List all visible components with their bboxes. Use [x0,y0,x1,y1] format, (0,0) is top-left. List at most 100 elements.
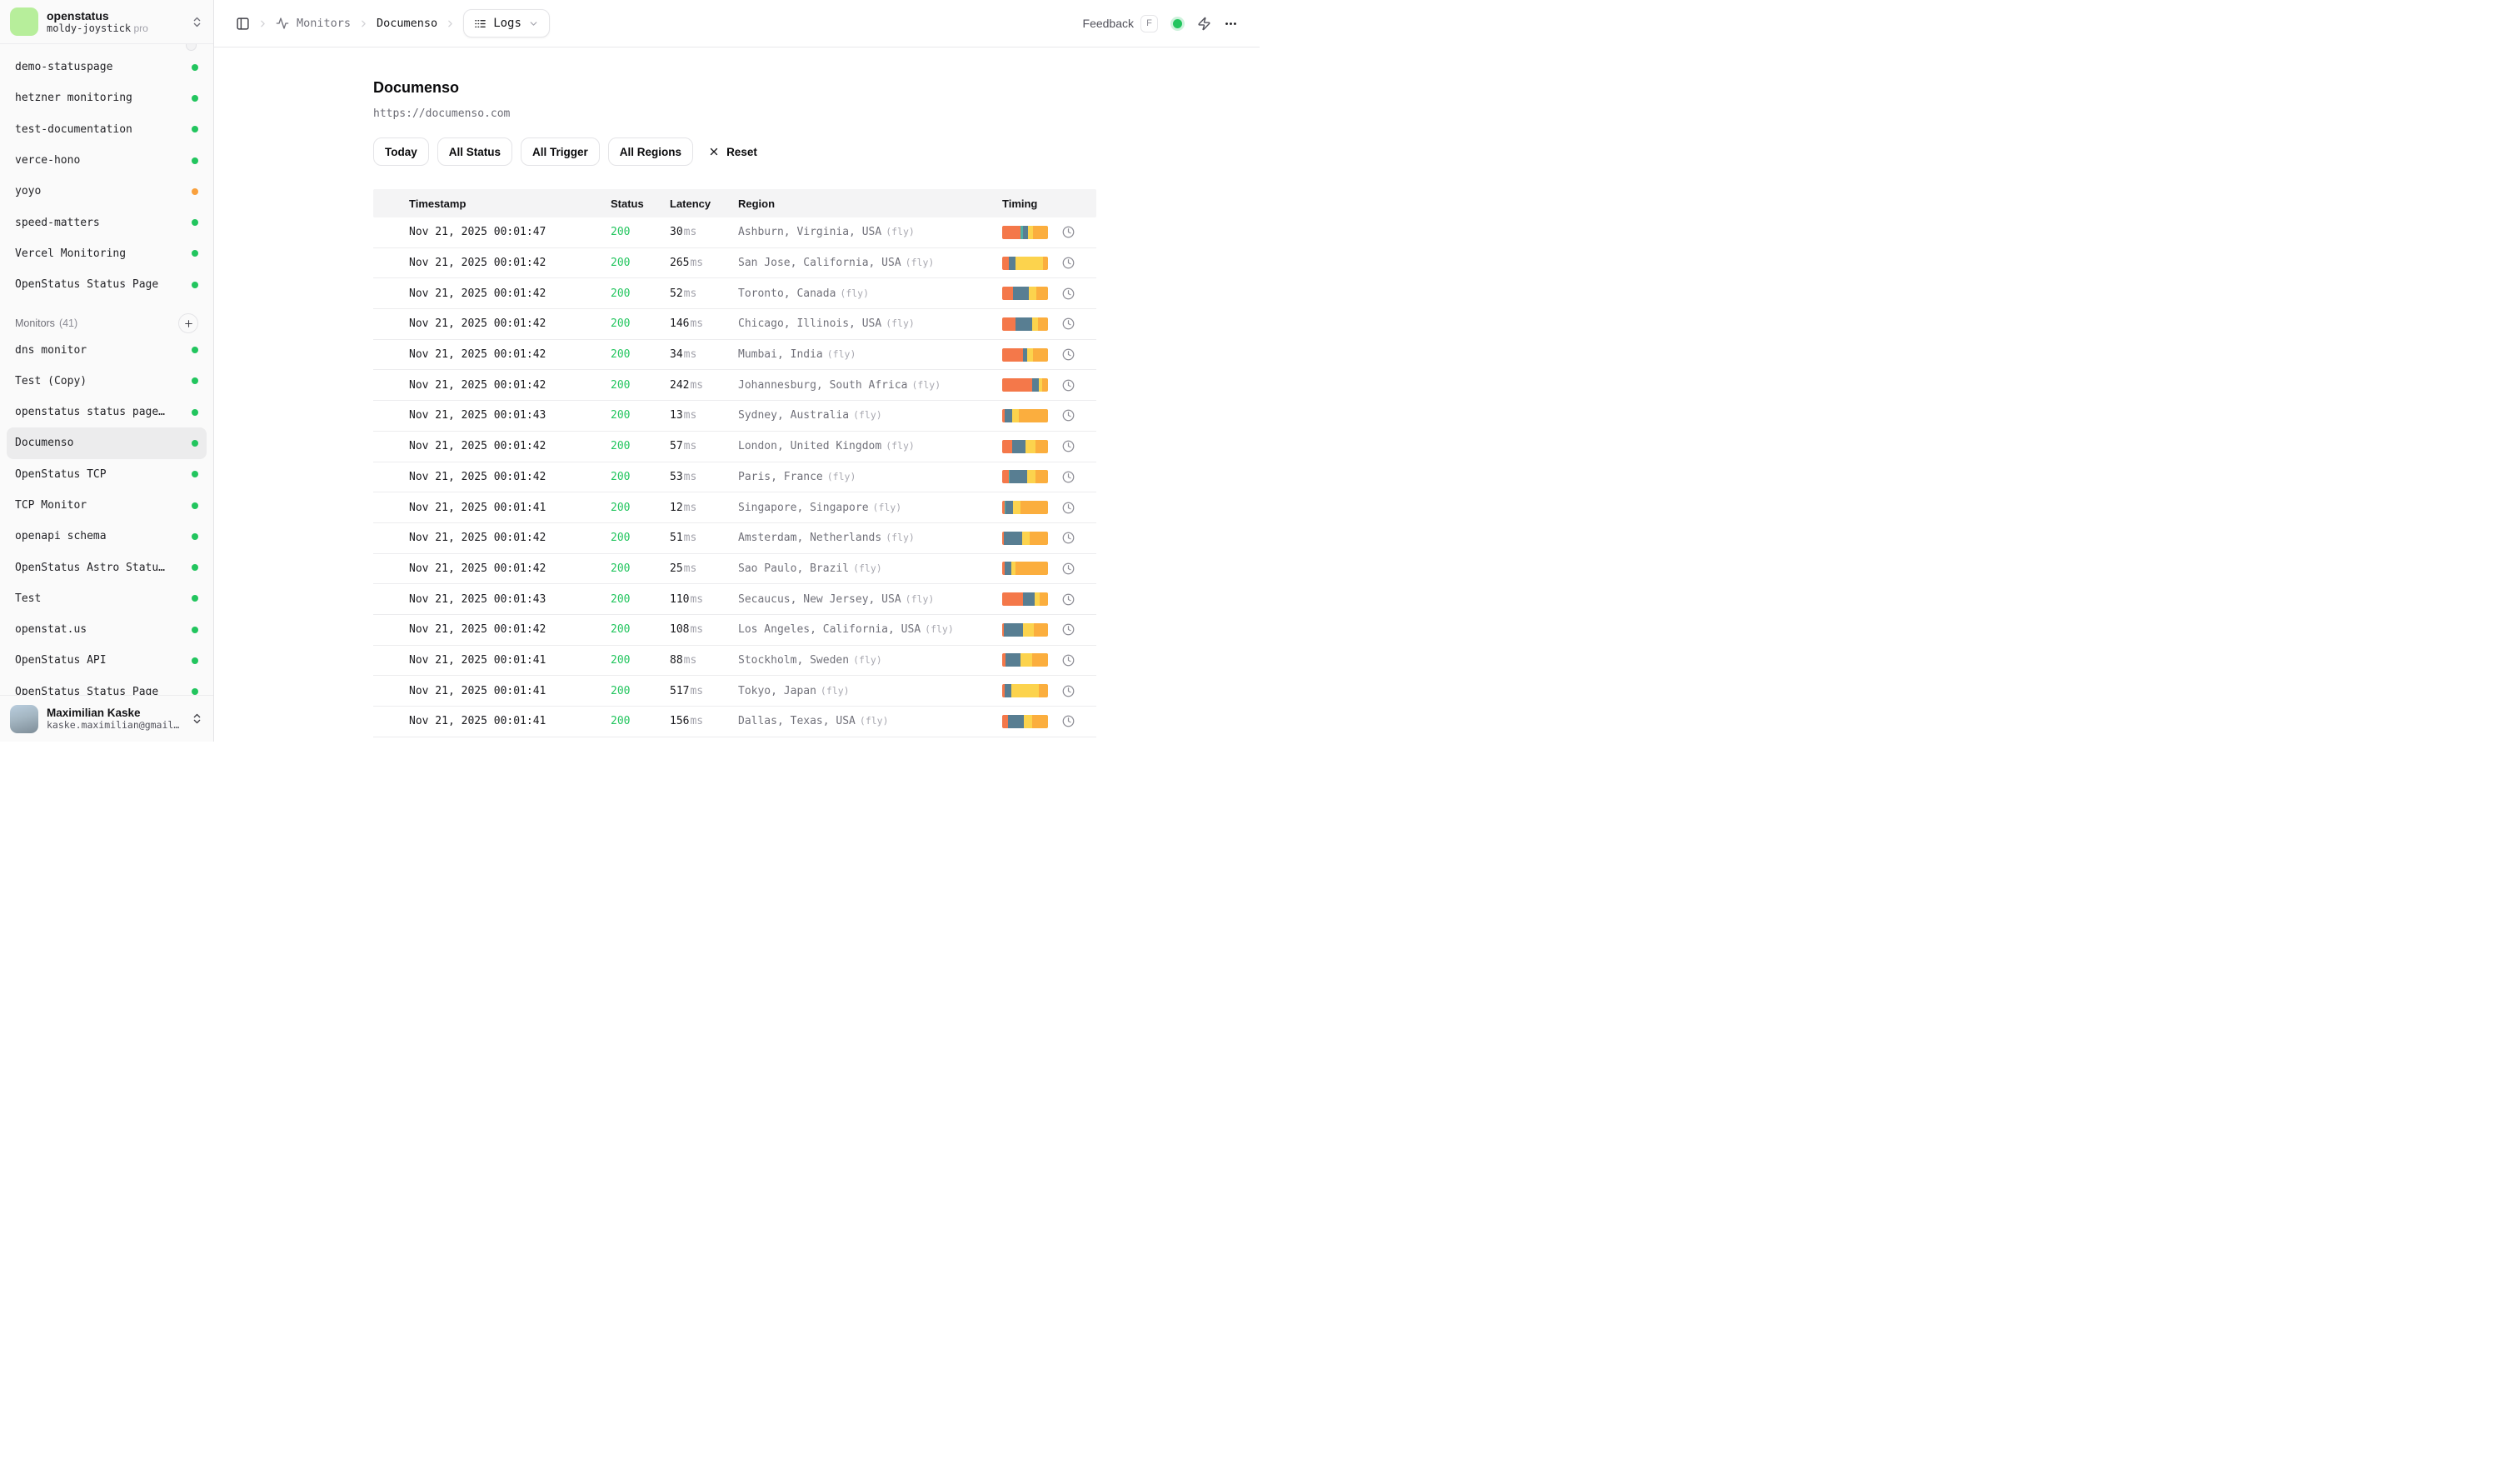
timing-bar[interactable] [1002,470,1048,483]
reset-filters-button[interactable]: Reset [708,146,757,158]
timing-bar[interactable] [1002,317,1048,331]
clock-icon[interactable] [1062,409,1075,422]
sidebar-monitor-item[interactable]: OpenStatus TCP [7,459,207,490]
add-monitor-button[interactable] [178,313,198,333]
region-name: Ashburn, Virginia, USA [738,226,881,238]
log-row[interactable]: Nov 21, 2025 00:01:4320013msSydney, Aust… [373,401,1096,432]
sidebar-page-item[interactable]: speed-matters [7,207,207,237]
sidebar-page-item[interactable]: OpenStatus Status Page [7,269,207,300]
workspace-switcher[interactable]: openstatus moldy-joystick pro [0,0,213,44]
log-row[interactable]: Nov 21, 2025 00:01:41200517msTokyo, Japa… [373,676,1096,707]
clock-icon[interactable] [1062,562,1075,575]
clock-icon[interactable] [1062,317,1075,330]
clock-icon[interactable] [1062,715,1075,727]
chevrons-up-down-icon [191,16,203,28]
clock-icon[interactable] [1062,257,1075,269]
log-row[interactable]: Nov 21, 2025 00:01:42200146msChicago, Il… [373,309,1096,340]
timing-bar[interactable] [1002,715,1048,728]
timing-bar[interactable] [1002,409,1048,422]
log-row[interactable]: Nov 21, 2025 00:01:4220025msSao Paulo, B… [373,554,1096,585]
sidebar-page-item[interactable]: yoyo [7,176,207,207]
breadcrumb-monitors[interactable]: Monitors [297,17,351,30]
timing-bar[interactable] [1002,378,1048,392]
timing-bar[interactable] [1002,562,1048,575]
log-row[interactable]: Nov 21, 2025 00:01:41200156msDallas, Tex… [373,707,1096,737]
latency-value: 53 [670,471,683,483]
trigger-filter-button[interactable]: All Trigger [521,137,600,166]
log-row[interactable]: Nov 21, 2025 00:01:4220052msToronto, Can… [373,278,1096,309]
status-filter-button[interactable]: All Status [437,137,512,166]
timing-bar[interactable] [1002,653,1048,667]
date-filter-button[interactable]: Today [373,137,429,166]
clock-icon[interactable] [1062,623,1075,636]
sidebar-monitor-item[interactable]: openapi schema [7,521,207,552]
log-row[interactable]: Nov 21, 2025 00:01:42200242msJohannesbur… [373,370,1096,401]
sidebar-monitor-item[interactable]: Test [7,583,207,614]
log-row[interactable]: Nov 21, 2025 00:01:42200265msSan Jose, C… [373,248,1096,279]
sidebar-monitor-item[interactable]: OpenStatus API [7,645,207,676]
log-row[interactable]: Nov 21, 2025 00:01:4220034msMumbai, Indi… [373,340,1096,371]
sidebar-toggle-button[interactable] [236,17,250,31]
log-row[interactable]: Nov 21, 2025 00:01:4220051msAmsterdam, N… [373,523,1096,554]
log-row[interactable]: Nov 21, 2025 00:01:42200108msLos Angeles… [373,615,1096,646]
clock-icon[interactable] [1062,379,1075,392]
clock-icon[interactable] [1062,226,1075,238]
timing-bar[interactable] [1002,532,1048,545]
timing-bar[interactable] [1002,623,1048,637]
status-dot [192,157,198,164]
log-row[interactable]: Nov 21, 2025 00:01:4220057msLondon, Unit… [373,432,1096,462]
sidebar-page-item[interactable]: verce-hono [7,145,207,176]
timing-bar[interactable] [1002,226,1048,239]
clock-icon[interactable] [1062,532,1075,544]
log-row[interactable]: Nov 21, 2025 00:01:4120088msStockholm, S… [373,646,1096,677]
sidebar-page-item[interactable]: demo-statuspage [7,52,207,82]
timing-bar[interactable] [1002,348,1048,362]
sidebar-monitor-item[interactable]: dns monitor [7,334,207,365]
sidebar-page-item[interactable]: hetzner monitoring [7,82,207,113]
clock-icon[interactable] [1062,654,1075,667]
timing-bar[interactable] [1002,257,1048,270]
timing-segment-amber [1034,623,1048,637]
log-row[interactable]: Nov 21, 2025 00:01:4120012msSingapore, S… [373,492,1096,523]
close-icon [708,146,720,157]
clock-icon[interactable] [1062,348,1075,361]
clock-icon[interactable] [1062,685,1075,697]
timing-bar[interactable] [1002,684,1048,697]
latency-value: 146 [670,317,689,330]
clock-icon[interactable] [1062,471,1075,483]
clock-icon[interactable] [1062,593,1075,606]
timing-bar[interactable] [1002,440,1048,453]
clock-icon[interactable] [1062,287,1075,300]
log-timestamp: Nov 21, 2025 00:01:42 [409,348,611,361]
sidebar-monitor-item[interactable]: Test (Copy) [7,366,207,397]
sidebar-monitor-item[interactable]: openstatus status page… [7,397,207,427]
user-menu[interactable]: Maximilian Kaske kaske.maximilian@gmail… [0,695,213,742]
log-row[interactable]: Nov 21, 2025 00:01:4220053msParis, Franc… [373,462,1096,493]
sidebar-monitor-item[interactable]: TCP Monitor [7,490,207,521]
sidebar-monitor-item[interactable]: Documenso [7,427,207,458]
timing-bar[interactable] [1002,501,1048,514]
timing-bar[interactable] [1002,592,1048,606]
region-name: Johannesburg, South Africa [738,379,908,392]
sidebar-page-item[interactable]: test-documentation [7,114,207,145]
log-region: Secaucus, New Jersey, USA(fly) [738,593,1002,606]
sidebar-page-item[interactable]: Vercel Monitoring [7,238,207,269]
latency-unit: ms [684,471,697,483]
feedback-button[interactable]: Feedback [1083,17,1134,30]
sidebar-monitor-item[interactable]: OpenStatus Astro Statu… [7,552,207,582]
more-options-button[interactable] [1224,17,1238,31]
log-row[interactable]: Nov 21, 2025 00:01:43200110msSecaucus, N… [373,584,1096,615]
page-content: Documenso https://documenso.com Today Al… [373,47,1096,737]
clock-icon[interactable] [1062,502,1075,514]
log-row[interactable]: Nov 21, 2025 00:01:4720030msAshburn, Vir… [373,217,1096,248]
timing-segment-slate [1006,653,1020,667]
sidebar-monitor-item[interactable]: openstat.us [7,614,207,645]
clock-icon[interactable] [1062,440,1075,452]
breadcrumb-page[interactable]: Documenso [377,17,437,30]
sidebar-monitor-item[interactable]: OpenStatus Status Page [7,677,207,695]
regions-filter-button[interactable]: All Regions [608,137,693,166]
command-menu-button[interactable] [1197,17,1211,31]
timing-bar[interactable] [1002,287,1048,300]
system-status-indicator[interactable] [1170,17,1185,31]
view-switcher-logs[interactable]: Logs [463,9,550,37]
